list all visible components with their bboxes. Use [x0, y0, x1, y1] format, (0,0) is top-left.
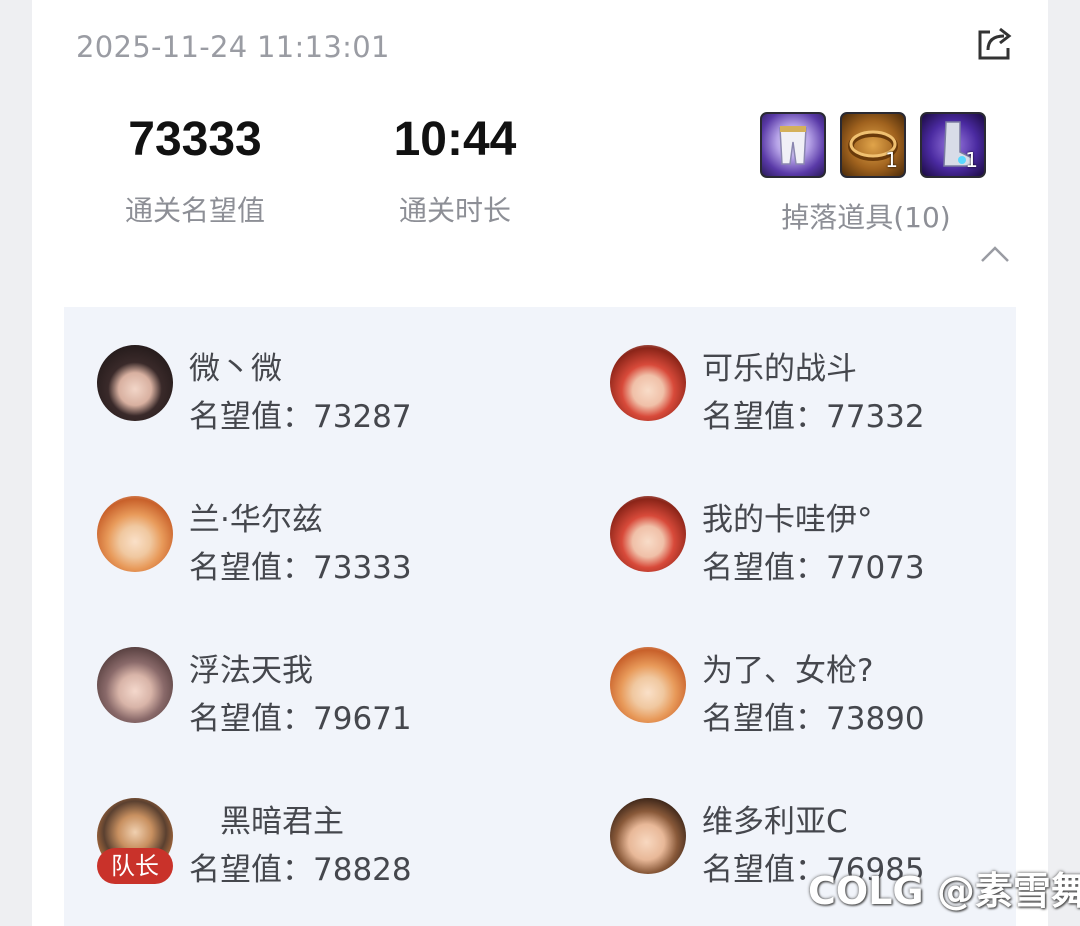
- drop-items[interactable]: 1 1: [760, 112, 992, 180]
- member-fame: 名望值：79671: [189, 701, 412, 737]
- avatar: [97, 496, 173, 572]
- avatar: [97, 647, 173, 723]
- member-fame: 名望值：78828: [189, 852, 412, 888]
- chevron-up-icon[interactable]: [980, 244, 1010, 264]
- team-members-panel: 微丶微 名望值：73287 可乐的战斗 名望值：77332 兰·华尔兹 名望值：…: [64, 307, 1016, 926]
- team-member[interactable]: 为了、女枪? 名望值：73890: [610, 647, 1030, 747]
- armor-pants-icon[interactable]: [760, 112, 826, 178]
- dungeon-result-card: 2025-11-24 11:13:01 73333 通关名望值 10:44 通关…: [32, 0, 1048, 926]
- item-count: 1: [885, 148, 898, 172]
- avatar: [610, 345, 686, 421]
- leader-badge: 队长: [97, 848, 173, 884]
- team-member[interactable]: 可乐的战斗 名望值：77332: [610, 345, 1030, 445]
- drop-items-label: 掉落道具(10): [781, 201, 951, 234]
- timestamp: 2025-11-24 11:13:01: [76, 30, 390, 64]
- member-fame: 名望值：73287: [189, 399, 412, 435]
- stat-fame: 73333 通关名望值: [106, 112, 284, 229]
- team-member[interactable]: 兰·华尔兹 名望值：73333: [97, 496, 517, 596]
- stat-fame-value: 73333: [128, 113, 262, 166]
- team-member[interactable]: 我的卡哇伊° 名望值：77073: [610, 496, 1030, 596]
- member-fame: 名望值：77073: [702, 550, 925, 586]
- stat-duration-label: 通关时长: [398, 194, 511, 227]
- stat-duration-value: 10:44: [393, 113, 517, 166]
- team-member[interactable]: 微丶微 名望值：73287: [97, 345, 517, 445]
- member-name: 维多利亚C: [702, 804, 848, 840]
- member-fame: 名望值：73333: [189, 550, 412, 586]
- avatar: [610, 496, 686, 572]
- team-member[interactable]: 浮法天我 名望值：79671: [97, 647, 517, 747]
- member-name: 为了、女枪?: [702, 653, 874, 689]
- member-name: 浮法天我: [189, 653, 313, 689]
- ring-bracelet-icon[interactable]: 1: [840, 112, 906, 178]
- member-name: 可乐的战斗: [702, 351, 857, 387]
- boots-icon[interactable]: 1: [920, 112, 986, 178]
- avatar: [610, 647, 686, 723]
- member-name: 我的卡哇伊°: [702, 502, 873, 538]
- watermark: COLG @素雪舞: [808, 869, 1080, 913]
- stat-fame-label: 通关名望值: [124, 194, 265, 227]
- stat-duration: 10:44 通关时长: [384, 112, 526, 229]
- member-name: 微丶微: [189, 351, 282, 387]
- avatar: [610, 798, 686, 874]
- member-fame: 名望值：73890: [702, 701, 925, 737]
- member-name: 黑暗君主: [189, 804, 344, 840]
- item-count: 1: [965, 148, 978, 172]
- avatar: [97, 345, 173, 421]
- team-member[interactable]: 队长 黑暗君主 名望值：78828: [97, 798, 517, 898]
- member-name: 兰·华尔兹: [189, 502, 323, 538]
- member-fame: 名望值：77332: [702, 399, 925, 435]
- share-icon[interactable]: [976, 24, 1014, 62]
